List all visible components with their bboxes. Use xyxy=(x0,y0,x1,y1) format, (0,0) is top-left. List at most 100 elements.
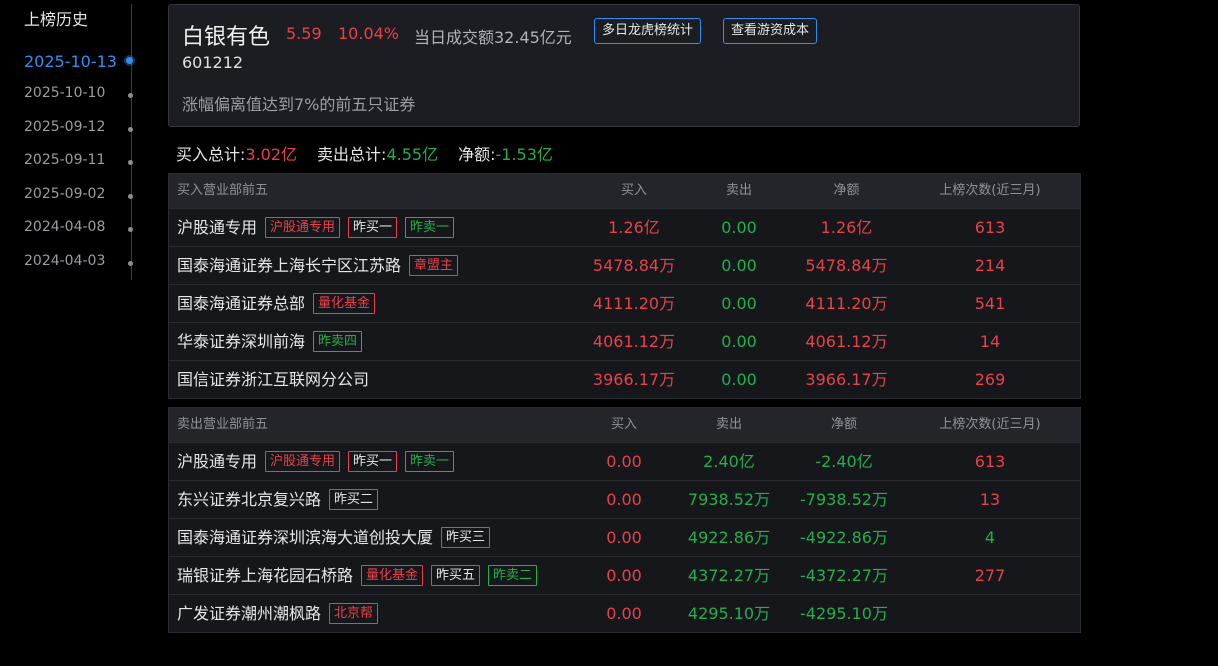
header-branch: 买入营业部前五 xyxy=(177,183,269,198)
branch-cell: 国泰海通证券上海长宁区江苏路 章盟主 xyxy=(177,247,459,284)
branch-name[interactable]: 国泰海通证券总部 xyxy=(177,285,305,322)
branch-tag-badge: 昨买二 xyxy=(329,489,379,510)
net-amount: -2.40亿 xyxy=(815,452,873,471)
table-row[interactable]: 沪股通专用 沪股通专用 昨买一 昨卖一 1.26亿 0.00 1.26亿 613 xyxy=(169,208,1080,246)
branch-tag-badge: 昨卖一 xyxy=(405,451,455,472)
branch-name[interactable]: 东兴证券北京复兴路 xyxy=(177,481,321,518)
branch-name[interactable]: 瑞银证券上海花园石桥路 xyxy=(177,557,353,594)
branch-cell: 华泰证券深圳前海 昨卖四 xyxy=(177,323,363,360)
branch-cell: 广发证券潮州潮枫路 北京帮 xyxy=(177,595,379,632)
multi-day-stats-button[interactable]: 多日龙虎榜统计 xyxy=(594,18,702,44)
stock-change-pct: 10.04% xyxy=(338,24,400,43)
branch-tag-badge: 北京帮 xyxy=(329,603,379,624)
net-amount: -4295.10万 xyxy=(800,604,888,623)
header-branch: 卖出营业部前五 xyxy=(177,417,269,432)
branch-name[interactable]: 国泰海通证券上海长宁区江苏路 xyxy=(177,247,401,284)
trader-cost-button[interactable]: 查看游资成本 xyxy=(723,18,818,44)
branch-name[interactable]: 沪股通专用 xyxy=(177,209,257,246)
branch-name[interactable]: 广发证券潮州潮枫路 xyxy=(177,595,321,632)
table-row[interactable]: 国泰海通证券上海长宁区江苏路 章盟主 5478.84万 0.00 5478.84万 214 xyxy=(169,246,1080,284)
table-row[interactable]: 东兴证券北京复兴路 昨买二 0.00 7938.52万 -7938.52万 13 xyxy=(169,480,1080,518)
timeline-dot-icon xyxy=(128,194,133,199)
history-date-label: 2024-04-08 xyxy=(24,219,106,235)
listing-count: 277 xyxy=(974,566,1006,585)
branch-tag-badge: 沪股通专用 xyxy=(265,217,341,238)
history-date-item[interactable]: 2025-10-13 xyxy=(24,52,139,74)
net-amount: 5478.84万 xyxy=(805,256,888,275)
header-net: 净额 xyxy=(830,417,857,432)
header-sell: 卖出 xyxy=(715,417,742,432)
history-date-item[interactable]: 2025-09-12 xyxy=(24,119,139,141)
buy-amount: 0.00 xyxy=(606,452,642,471)
branch-cell: 沪股通专用 沪股通专用 昨买一 昨卖一 xyxy=(177,443,455,480)
table-row[interactable]: 国泰海通证券深圳滨海大道创投大厦 昨买三 0.00 4922.86万 -4922.86万… xyxy=(169,518,1080,556)
history-date-label: 2025-09-02 xyxy=(24,186,106,202)
listing-count: 4 xyxy=(984,528,996,547)
branch-tag-badge: 昨卖一 xyxy=(405,217,455,238)
sell-total-value: 4.55亿 xyxy=(386,145,439,164)
buy-amount: 0.00 xyxy=(606,528,642,547)
header-times: 上榜次数(近三月) xyxy=(939,183,1041,198)
branch-tag-badge: 量化基金 xyxy=(313,293,376,314)
history-sidebar: 上榜历史 2025-10-13 2025-10-10 2025-09-12 2025-… xyxy=(0,0,160,666)
branch-cell: 沪股通专用 沪股通专用 昨买一 昨卖一 xyxy=(177,209,455,246)
table-row[interactable]: 国信证券浙江互联网分公司 3966.17万 0.00 3966.17万 269 xyxy=(169,360,1080,398)
history-date-label: 2025-10-13 xyxy=(24,52,117,71)
buy-total-label: 买入总计: xyxy=(176,145,246,164)
net-total-value: -1.53亿 xyxy=(495,145,553,164)
turnover-text: 当日成交额32.45亿元 xyxy=(414,28,572,47)
sell-amount: 4372.27万 xyxy=(687,566,771,585)
branch-name[interactable]: 华泰证券深圳前海 xyxy=(177,323,305,360)
listing-count: 613 xyxy=(974,452,1006,471)
net-amount: 4061.12万 xyxy=(805,332,888,351)
listing-count: 613 xyxy=(974,218,1006,237)
summary-bar: 买入总计:3.02亿 卖出总计:4.55亿 净额:-1.53亿 xyxy=(176,141,553,165)
net-amount: 4111.20万 xyxy=(805,294,888,313)
branch-tag-badge: 昨买三 xyxy=(441,527,491,548)
branch-cell: 国泰海通证券深圳滨海大道创投大厦 昨买三 xyxy=(177,519,491,556)
net-amount: 1.26亿 xyxy=(820,218,873,237)
buy-branches-table: 买入营业部前五 买入 卖出 净额 上榜次数(近三月) 沪股通专用 沪股通专用 昨买一… xyxy=(168,173,1081,399)
header-times: 上榜次数(近三月) xyxy=(939,417,1041,432)
branch-name[interactable]: 沪股通专用 xyxy=(177,443,257,480)
history-date-item[interactable]: 2024-04-03 xyxy=(24,253,139,275)
branch-tag-badge: 昨卖二 xyxy=(488,565,538,586)
table-row[interactable]: 瑞银证券上海花园石桥路 量化基金 昨买五 昨卖二 0.00 4372.27万 -4372.2… xyxy=(169,556,1080,594)
branch-tag-badge: 昨买五 xyxy=(431,565,481,586)
net-total-label: 净额: xyxy=(458,145,496,164)
lhb-detail-view: 上榜历史 2025-10-13 2025-10-10 2025-09-12 2025-… xyxy=(0,0,1218,666)
branch-name[interactable]: 国信证券浙江互联网分公司 xyxy=(177,361,369,398)
sell-branches-table: 卖出营业部前五 买入 卖出 净额 上榜次数(近三月) 沪股通专用 沪股通专用 昨买一… xyxy=(168,407,1081,633)
stock-price: 5.59 xyxy=(286,24,322,43)
net-amount: -4922.86万 xyxy=(800,528,888,547)
branch-tag-badge: 昨卖四 xyxy=(313,331,363,352)
branch-cell: 东兴证券北京复兴路 昨买二 xyxy=(177,481,379,518)
stock-header-card: 白银有色 5.59 10.04% 当日成交额32.45亿元 多日龙虎榜统计 查看… xyxy=(168,4,1080,127)
history-date-item[interactable]: 2024-04-08 xyxy=(24,219,139,241)
history-date-item[interactable]: 2025-10-10 xyxy=(24,85,139,107)
history-date-item[interactable]: 2025-09-11 xyxy=(24,152,139,174)
stock-name: 白银有色 xyxy=(182,25,271,50)
sell-amount: 2.40亿 xyxy=(703,452,755,471)
sidebar-title: 上榜历史 xyxy=(24,10,89,29)
buy-total-value: 3.02亿 xyxy=(245,145,298,164)
branch-cell: 国信证券浙江互联网分公司 xyxy=(177,361,369,398)
history-date-label: 2025-09-11 xyxy=(24,152,106,168)
branch-tag-badge: 沪股通专用 xyxy=(265,451,341,472)
table-row[interactable]: 广发证券潮州潮枫路 北京帮 0.00 4295.10万 -4295.10万 xyxy=(169,594,1080,632)
sell-total-label: 卖出总计: xyxy=(317,145,387,164)
timeline-dot-icon xyxy=(126,57,133,64)
branch-name[interactable]: 国泰海通证券深圳滨海大道创投大厦 xyxy=(177,519,433,556)
timeline-dot-icon xyxy=(128,127,133,132)
listing-count: 269 xyxy=(974,370,1006,389)
timeline-dot-icon xyxy=(128,227,133,232)
branch-tag-badge: 昨买一 xyxy=(348,217,398,238)
buy-amount: 0.00 xyxy=(606,490,642,509)
table-row[interactable]: 国泰海通证券总部 量化基金 4111.20万 0.00 4111.20万 541 xyxy=(169,284,1080,322)
table-row[interactable]: 华泰证券深圳前海 昨卖四 4061.12万 0.00 4061.12万 14 xyxy=(169,322,1080,360)
table-row[interactable]: 沪股通专用 沪股通专用 昨买一 昨卖一 0.00 2.40亿 -2.40亿 613 xyxy=(169,442,1080,480)
table-header: 卖出营业部前五 买入 卖出 净额 上榜次数(近三月) xyxy=(169,408,1080,442)
sell-amount: 4295.10万 xyxy=(687,604,771,623)
listing-count: 14 xyxy=(979,332,1001,351)
history-date-item[interactable]: 2025-09-02 xyxy=(24,186,139,208)
